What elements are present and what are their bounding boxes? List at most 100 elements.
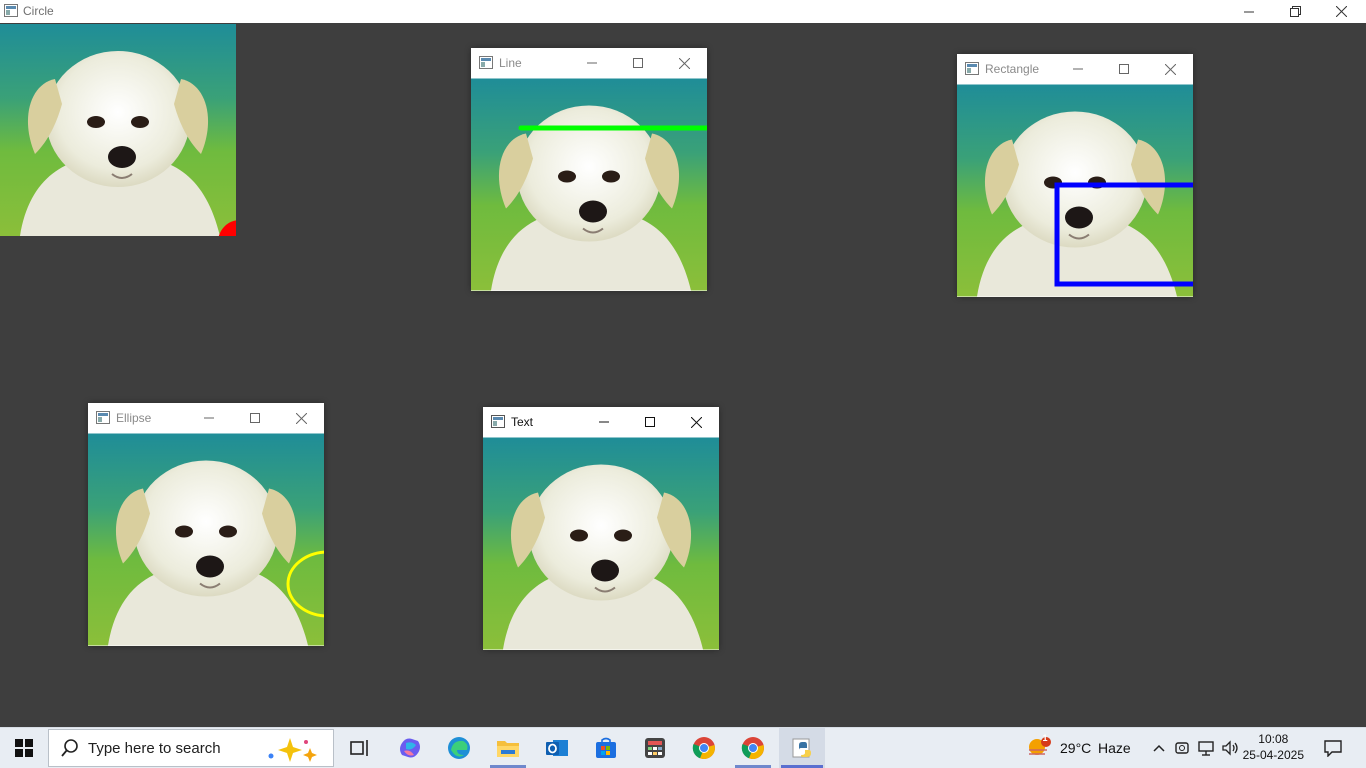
task-view-button[interactable] xyxy=(340,728,380,768)
close-icon xyxy=(1164,63,1176,75)
copilot-sparkle-icon xyxy=(268,738,317,762)
windows-logo-icon xyxy=(15,739,33,757)
line-window-titlebar[interactable]: Line xyxy=(471,48,707,78)
network-button[interactable] xyxy=(1196,728,1218,768)
maximize-button[interactable] xyxy=(615,48,661,78)
ellipse-shape xyxy=(286,550,324,618)
camera-icon xyxy=(1175,742,1189,754)
circle-shape xyxy=(218,220,236,236)
store-icon xyxy=(596,737,616,758)
minimize-icon xyxy=(599,421,609,423)
maximize-icon xyxy=(250,413,260,423)
app-window-icon xyxy=(965,62,979,80)
window-title: Text xyxy=(511,415,534,429)
clock-time: 10:08 xyxy=(1258,732,1289,746)
minimize-icon xyxy=(1073,68,1083,70)
close-button[interactable] xyxy=(1147,54,1193,84)
task-view-icon xyxy=(350,740,368,756)
edge-browser-icon xyxy=(448,737,470,759)
weather-badge: 1 xyxy=(1042,733,1048,743)
taskbar-edge[interactable] xyxy=(439,728,479,768)
minimize-button[interactable] xyxy=(186,403,232,433)
line-shape xyxy=(518,125,707,131)
taskbar-chrome-2[interactable] xyxy=(733,728,773,768)
python-icon xyxy=(792,738,811,758)
line-image xyxy=(471,78,707,291)
window-title: Line xyxy=(499,56,522,70)
line-window[interactable]: Line xyxy=(471,48,707,291)
circle-image xyxy=(0,24,236,236)
clock[interactable]: 10:08 25-04-2025 xyxy=(1243,731,1304,763)
chrome-icon xyxy=(741,737,764,760)
text-window[interactable]: Text xyxy=(483,407,719,650)
minimize-button[interactable] xyxy=(1055,54,1101,84)
minimize-button[interactable] xyxy=(1226,0,1272,23)
window-title: Rectangle xyxy=(985,62,1040,76)
maximize-icon xyxy=(633,58,643,68)
puppy-image xyxy=(483,437,719,650)
window-title: Ellipse xyxy=(116,411,152,425)
maximize-button[interactable] xyxy=(627,407,673,437)
search-input[interactable]: Type here to search xyxy=(88,740,221,757)
maximize-icon xyxy=(645,417,655,427)
start-button[interactable] xyxy=(0,728,48,768)
copilot-icon xyxy=(400,738,420,758)
ellipse-image xyxy=(88,433,324,646)
taskbar-store[interactable] xyxy=(586,728,626,768)
maximize-icon xyxy=(1119,64,1129,74)
close-icon xyxy=(690,416,702,428)
speaker-icon xyxy=(1222,740,1238,756)
maximize-button[interactable] xyxy=(1101,54,1147,84)
main-window-titlebar[interactable]: Circle xyxy=(0,0,1366,23)
rectangle-shape xyxy=(1054,182,1193,287)
volume-button[interactable] xyxy=(1220,728,1242,768)
chevron-up-icon xyxy=(1153,744,1165,752)
close-icon xyxy=(1335,6,1347,17)
taskbar-chrome[interactable] xyxy=(684,728,724,768)
search-icon xyxy=(61,739,78,757)
clock-date: 25-04-2025 xyxy=(1242,748,1304,762)
minimize-icon xyxy=(1244,11,1254,12)
close-button[interactable] xyxy=(661,48,707,78)
app-window-icon xyxy=(491,415,505,433)
app-window-icon xyxy=(4,4,18,22)
ellipse-window[interactable]: Ellipse xyxy=(88,403,324,646)
show-hidden-icons-button[interactable] xyxy=(1150,728,1168,768)
ellipse-window-titlebar[interactable]: Ellipse xyxy=(88,403,324,433)
taskbar-outlook[interactable] xyxy=(537,728,577,768)
restore-button[interactable] xyxy=(1272,0,1318,23)
minimize-icon xyxy=(587,62,597,64)
folder-icon xyxy=(497,741,519,757)
taskbar-calculator-app[interactable] xyxy=(635,728,675,768)
notifications-button[interactable] xyxy=(1318,728,1348,768)
app-window-icon xyxy=(96,411,110,429)
close-button[interactable] xyxy=(1318,0,1364,23)
meet-now-button[interactable] xyxy=(1172,728,1192,768)
text-window-titlebar[interactable]: Text xyxy=(483,407,719,437)
taskbar: Type here to search 1 29°C Haze 10:08 25… xyxy=(0,727,1366,768)
maximize-button[interactable] xyxy=(232,403,278,433)
weather-temperature[interactable]: 29°C xyxy=(1060,740,1091,756)
minimize-button[interactable] xyxy=(569,48,615,78)
window-title: Circle xyxy=(23,4,54,18)
minimize-icon xyxy=(204,417,214,419)
close-button[interactable] xyxy=(278,403,324,433)
notification-icon xyxy=(1324,740,1342,757)
search-box[interactable]: Type here to search xyxy=(48,729,334,767)
rectangle-window-titlebar[interactable]: Rectangle xyxy=(957,54,1193,84)
rectangle-window[interactable]: Rectangle xyxy=(957,54,1193,297)
calculator-icon xyxy=(645,738,665,758)
close-button[interactable] xyxy=(673,407,719,437)
minimize-button[interactable] xyxy=(581,407,627,437)
restore-icon xyxy=(1289,6,1301,17)
rectangle-image xyxy=(957,84,1193,297)
outlook-icon xyxy=(546,740,568,756)
close-icon xyxy=(295,412,307,424)
taskbar-file-explorer[interactable] xyxy=(488,728,528,768)
taskbar-copilot[interactable] xyxy=(390,728,430,768)
close-icon xyxy=(678,57,690,69)
chrome-icon xyxy=(692,737,715,760)
app-window-icon xyxy=(479,56,493,74)
weather-condition[interactable]: Haze xyxy=(1098,740,1131,756)
taskbar-python[interactable] xyxy=(779,728,825,768)
